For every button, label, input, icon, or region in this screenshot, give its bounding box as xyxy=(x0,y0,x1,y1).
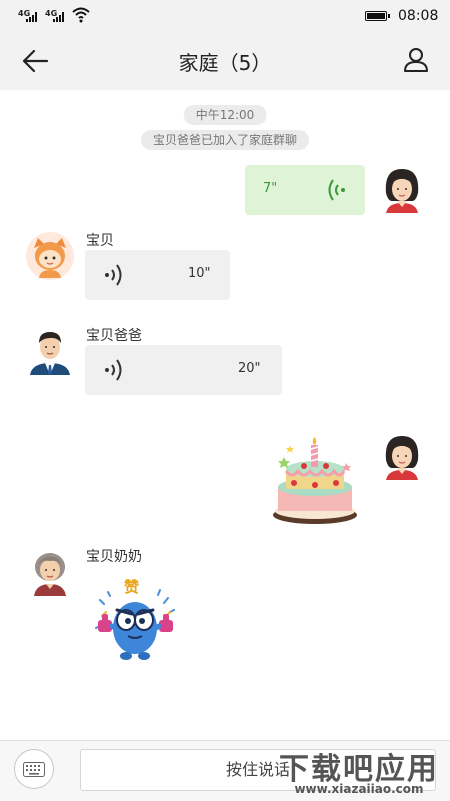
sender-name: 宝贝 xyxy=(86,233,114,249)
signal-bars-1-icon xyxy=(26,12,40,22)
voice-message-incoming[interactable]: 20" xyxy=(85,345,282,395)
signal-bars-2-icon xyxy=(53,12,67,22)
voice-duration: 10" xyxy=(188,266,211,281)
my-avatar[interactable] xyxy=(378,432,426,480)
watermark: 下载吧应用 www.xiazaiiao.com xyxy=(268,740,450,800)
sender-name: 宝贝爸爸 xyxy=(86,328,142,344)
voice-wave-icon xyxy=(105,359,122,381)
wifi-icon xyxy=(72,7,90,23)
app-header: 家庭（5） xyxy=(0,32,450,90)
voice-message-outgoing[interactable]: 7" xyxy=(245,165,365,215)
keyboard-icon xyxy=(23,762,45,777)
zan-monster-icon xyxy=(95,589,175,660)
voice-wave-icon xyxy=(105,264,122,286)
birthday-cake-sticker[interactable] xyxy=(270,435,360,527)
voice-wave-icon xyxy=(328,179,345,201)
watermark-url: www.xiazaiiao.com xyxy=(294,782,424,796)
baobei-avatar[interactable] xyxy=(26,232,74,280)
time-divider: 中午12:00 xyxy=(183,105,267,125)
baobei-nainai-avatar[interactable] xyxy=(26,548,74,596)
join-notice: 宝贝爸爸已加入了家庭群聊 xyxy=(140,130,310,150)
group-members-icon[interactable] xyxy=(402,46,430,74)
status-time: 08:08 xyxy=(398,8,439,24)
status-bar: 4G 4G 08:08 xyxy=(0,0,450,32)
battery-icon xyxy=(365,11,390,21)
my-avatar[interactable] xyxy=(378,165,426,213)
sender-name: 宝贝奶奶 xyxy=(86,549,142,565)
zan-monster-sticker[interactable]: 赞 xyxy=(88,570,183,665)
voice-duration: 20" xyxy=(238,361,261,376)
baobei-baba-avatar[interactable] xyxy=(26,327,74,375)
keyboard-toggle-button[interactable] xyxy=(14,749,54,789)
voice-message-incoming[interactable]: 10" xyxy=(85,250,230,300)
chat-title: 家庭（5） xyxy=(178,51,272,75)
voice-duration: 7" xyxy=(263,181,278,196)
